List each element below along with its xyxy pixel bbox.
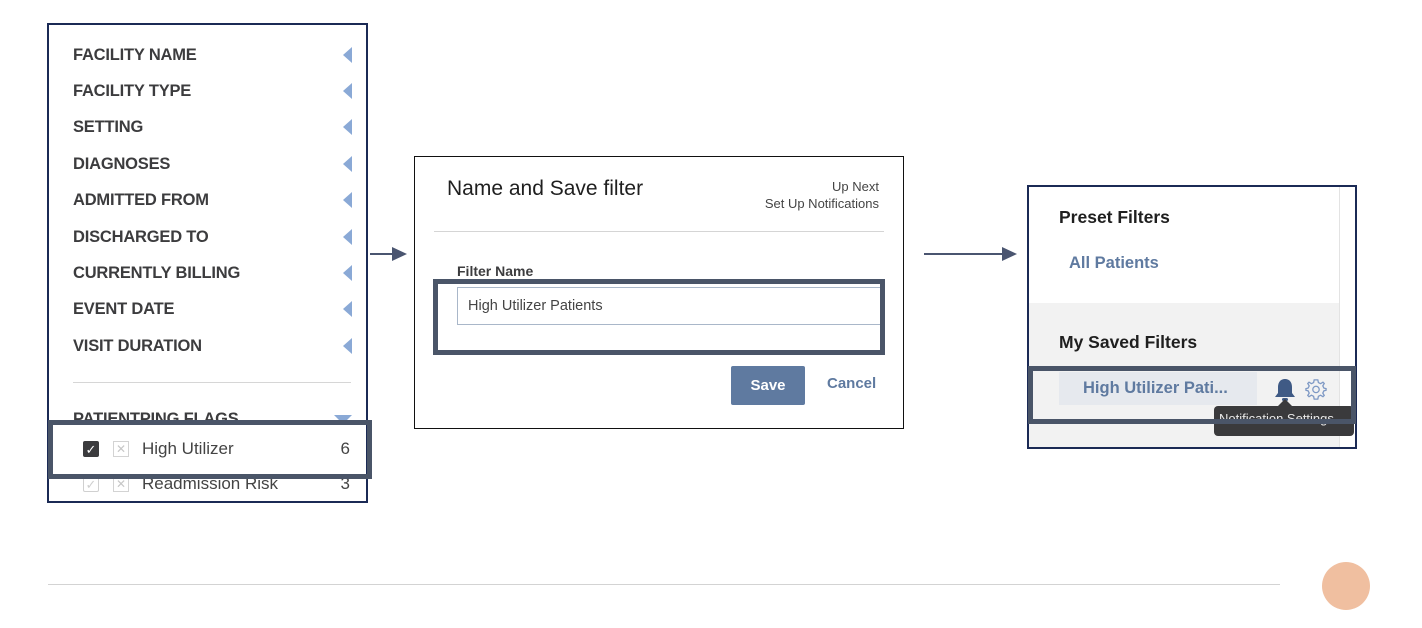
facet-admitted-from[interactable]: ADMITTED FROM <box>73 188 352 212</box>
slide-marker-dot <box>1322 562 1370 610</box>
facet-label: DIAGNOSES <box>73 154 171 173</box>
highlight-box <box>433 279 885 355</box>
facet-label: DISCHARGED TO <box>73 227 209 246</box>
facet-setting[interactable]: SETTING <box>73 115 352 139</box>
caret-left-icon <box>343 156 352 172</box>
divider <box>434 231 884 232</box>
divider <box>73 382 351 383</box>
facet-currently-billing[interactable]: CURRENTLY BILLING <box>73 261 352 285</box>
save-button[interactable]: Save <box>731 366 805 405</box>
caret-left-icon <box>343 83 352 99</box>
facet-label: FACILITY NAME <box>73 45 197 64</box>
caret-left-icon <box>343 338 352 354</box>
up-next-label: Up Next <box>832 179 879 194</box>
facet-facility-type[interactable]: FACILITY TYPE <box>73 79 352 103</box>
caret-left-icon <box>343 47 352 63</box>
arrow-line <box>370 253 394 255</box>
arrow-line <box>924 253 1004 255</box>
caret-left-icon <box>343 301 352 317</box>
facet-visit-duration[interactable]: VISIT DURATION <box>73 334 352 358</box>
arrow-right-icon <box>1002 247 1017 261</box>
modal-title: Name and Save filter <box>447 177 644 200</box>
facet-label: ADMITTED FROM <box>73 190 209 209</box>
up-next-step: Set Up Notifications <box>764 196 879 211</box>
facet-label: EVENT DATE <box>73 299 175 318</box>
facet-event-date[interactable]: EVENT DATE <box>73 297 352 321</box>
preset-filters-heading: Preset Filters <box>1059 207 1170 227</box>
facet-label: FACILITY TYPE <box>73 81 192 100</box>
highlight-box <box>48 420 372 479</box>
caret-left-icon <box>343 229 352 245</box>
up-next: Up Next Set Up Notifications <box>765 178 879 212</box>
arrow-right-icon <box>392 247 407 261</box>
preset-filter-all-patients[interactable]: All Patients <box>1069 254 1159 273</box>
highlight-box <box>1028 366 1356 424</box>
cancel-button[interactable]: Cancel <box>827 375 876 392</box>
caret-left-icon <box>343 192 352 208</box>
facet-label: SETTING <box>73 117 144 136</box>
saved-filters-heading: My Saved Filters <box>1059 332 1198 352</box>
footer-divider <box>48 584 1280 585</box>
facet-facility-name[interactable]: FACILITY NAME <box>73 43 352 67</box>
facet-diagnoses[interactable]: DIAGNOSES <box>73 152 352 176</box>
facet-discharged-to[interactable]: DISCHARGED TO <box>73 225 352 249</box>
caret-left-icon <box>343 265 352 281</box>
facet-label: CURRENTLY BILLING <box>73 263 241 282</box>
filter-name-label: Filter Name <box>457 263 534 279</box>
facet-label: VISIT DURATION <box>73 336 202 355</box>
caret-left-icon <box>343 119 352 135</box>
